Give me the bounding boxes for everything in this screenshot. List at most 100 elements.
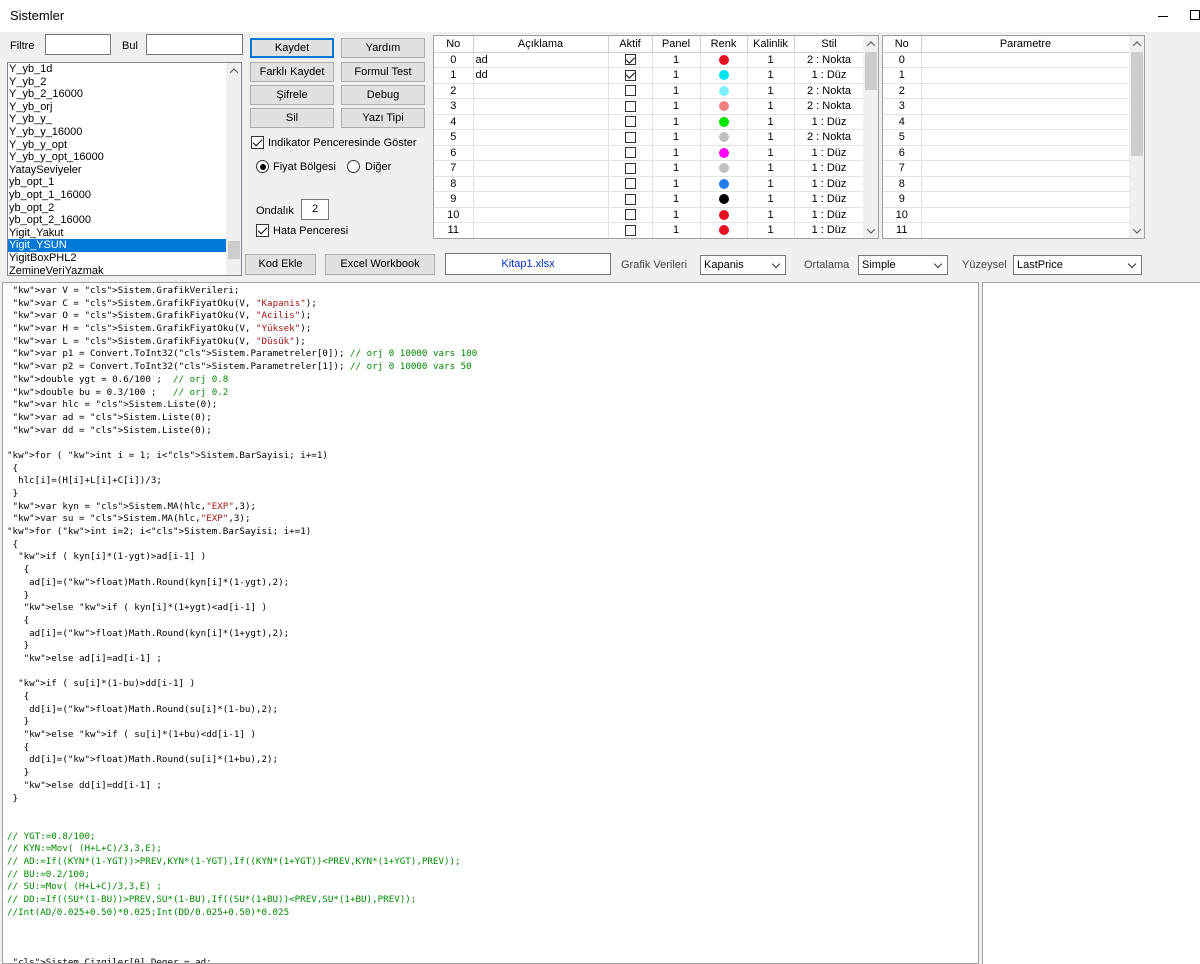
line-color-cell[interactable] <box>700 176 748 192</box>
line-color-cell[interactable] <box>700 160 748 177</box>
line-width[interactable]: 1 <box>747 207 795 223</box>
color-swatch[interactable] <box>718 54 729 65</box>
table-row[interactable]: 5 <box>883 129 1131 146</box>
param-value[interactable] <box>921 176 1131 192</box>
param-value[interactable] <box>921 83 1131 99</box>
column-header[interactable]: No <box>883 36 922 53</box>
active-checkbox[interactable] <box>624 116 636 128</box>
line-style[interactable]: 1 : Düz <box>794 191 865 208</box>
code-line[interactable]: "kw">for ("kw">int i=2; i<"cls">Sistem.B… <box>7 526 978 539</box>
line-active-cell[interactable] <box>608 114 653 130</box>
code-line[interactable]: "kw">if ( su[i]*(1-bu)>dd[i-1] ) <box>7 678 978 691</box>
filter-input[interactable] <box>45 34 111 55</box>
maximize-icon[interactable] <box>1190 10 1200 20</box>
line-style[interactable]: 1 : Düz <box>794 207 865 223</box>
code-line[interactable]: "kw">double ygt = 0.6/100 ; // orj 0.8 <box>7 374 978 387</box>
line-panel[interactable]: 1 <box>652 145 701 161</box>
line-color-cell[interactable] <box>700 83 748 99</box>
list-item[interactable]: Y_yb_y_16000 <box>8 126 226 139</box>
list-item[interactable]: Yigit_Yakut <box>8 227 226 240</box>
line-width[interactable]: 1 <box>747 129 795 146</box>
code-line[interactable]: "kw">var p2 = Convert.ToInt32("cls">Sist… <box>7 361 978 374</box>
table-row[interactable]: 4 <box>883 114 1131 130</box>
line-panel[interactable]: 1 <box>652 176 701 192</box>
param-value[interactable] <box>921 129 1131 146</box>
line-width[interactable]: 1 <box>747 145 795 161</box>
code-line[interactable]: "kw">var ad = "cls">Sistem.Liste(0); <box>7 412 978 425</box>
debug-button[interactable]: Debug <box>341 85 425 105</box>
code-line[interactable]: { <box>7 539 978 552</box>
list-item[interactable]: Y_yb_y_ <box>8 113 226 126</box>
formula-test-button[interactable]: Formul Test <box>341 62 425 82</box>
code-line[interactable] <box>7 437 978 450</box>
show-in-indicator-checkbox[interactable] <box>251 136 264 149</box>
line-style[interactable]: 2 : Nokta <box>794 98 865 115</box>
save-as-button[interactable]: Farklı Kaydet <box>250 62 334 82</box>
code-line[interactable] <box>7 666 978 679</box>
code-line[interactable] <box>7 945 978 958</box>
code-line[interactable]: // YGT:=0.8/100; <box>7 831 978 844</box>
column-header[interactable]: Açıklama <box>473 36 609 53</box>
code-line[interactable]: ad[i]=("kw">float)Math.Round(kyn[i]*(1-y… <box>7 577 978 590</box>
list-item[interactable]: YigitBoxPHL2 <box>8 252 226 265</box>
list-item[interactable]: Y_yb_y_opt_16000 <box>8 151 226 164</box>
code-line[interactable]: "kw">var p1 = Convert.ToInt32("cls">Sist… <box>7 348 978 361</box>
code-line[interactable]: "kw">if ( kyn[i]*(1-ygt)>ad[i-1] ) <box>7 551 978 564</box>
param-value[interactable] <box>921 207 1131 223</box>
params-grid-scrollbar[interactable] <box>1129 36 1144 238</box>
code-line[interactable]: "kw">else "kw">if ( kyn[i]*(1+ygt)<ad[i-… <box>7 602 978 615</box>
list-item[interactable]: yb_opt_2_16000 <box>8 214 226 227</box>
code-line[interactable]: // BU:=0.2/100; <box>7 869 978 882</box>
line-active-cell[interactable] <box>608 67 653 84</box>
color-swatch[interactable] <box>718 116 729 127</box>
table-row[interactable]: 2 <box>883 83 1131 99</box>
param-value[interactable] <box>921 222 1131 238</box>
table-row[interactable]: 7 <box>883 160 1131 177</box>
line-style[interactable]: 1 : Düz <box>794 222 865 238</box>
scroll-up-icon[interactable] <box>226 63 241 78</box>
line-color-cell[interactable] <box>700 207 748 223</box>
table-row[interactable]: 6111 : Düz <box>434 145 865 161</box>
code-line[interactable]: "kw">else "kw">if ( su[i]*(1+bu)<dd[i-1]… <box>7 729 978 742</box>
code-line[interactable]: "kw">var su = "cls">Sistem.MA(hlc,"EXP",… <box>7 513 978 526</box>
line-style[interactable]: 1 : Düz <box>794 145 865 161</box>
save-button[interactable]: Kaydet <box>250 38 334 58</box>
line-style[interactable]: 2 : Nokta <box>794 129 865 146</box>
line-panel[interactable]: 1 <box>652 98 701 115</box>
line-active-cell[interactable] <box>608 52 653 68</box>
list-item[interactable]: Y_yb_2 <box>8 76 226 89</box>
code-line[interactable]: { <box>7 615 978 628</box>
line-style[interactable]: 2 : Nokta <box>794 52 865 68</box>
code-line[interactable]: ad[i]=("kw">float)Math.Round(kyn[i]*(1+y… <box>7 628 978 641</box>
color-swatch[interactable] <box>718 70 729 81</box>
column-header[interactable]: Panel <box>652 36 701 53</box>
active-checkbox[interactable] <box>624 178 636 190</box>
code-line[interactable] <box>7 932 978 945</box>
code-line[interactable]: "kw">for ( "kw">int i = 1; i<"cls">Siste… <box>7 450 978 463</box>
line-color-cell[interactable] <box>700 145 748 161</box>
average-select[interactable]: Simple <box>858 255 948 275</box>
delete-button[interactable]: Sil <box>250 108 334 128</box>
code-line[interactable]: "kw">var L = "cls">Sistem.GrafikFiyatOku… <box>7 336 978 349</box>
code-line[interactable]: "kw">var dd = "cls">Sistem.Liste(0); <box>7 425 978 438</box>
line-active-cell[interactable] <box>608 98 653 115</box>
params-grid[interactable]: No Parametre 0 1 2 3 4 5 6 7 8 9 10 11 <box>882 35 1145 239</box>
active-checkbox[interactable] <box>624 193 636 205</box>
line-width[interactable]: 1 <box>747 160 795 177</box>
line-active-cell[interactable] <box>608 160 653 177</box>
param-value[interactable] <box>921 191 1131 208</box>
line-description[interactable]: ad <box>473 52 609 68</box>
line-width[interactable]: 1 <box>747 52 795 68</box>
table-row[interactable]: 11 1 1 1 : Düz <box>434 222 865 238</box>
code-line[interactable]: } <box>7 640 978 653</box>
line-color-cell[interactable] <box>700 67 748 84</box>
error-window-checkbox[interactable] <box>256 224 269 237</box>
code-line[interactable]: "kw">var kyn = "cls">Sistem.MA(hlc,"EXP"… <box>7 501 978 514</box>
lines-grid-scrollbar[interactable] <box>863 36 878 238</box>
active-checkbox[interactable] <box>624 147 636 159</box>
table-row[interactable]: 5112 : Nokta <box>434 129 865 146</box>
code-line[interactable]: "kw">var hlc = "cls">Sistem.Liste(0); <box>7 399 978 412</box>
line-panel[interactable]: 1 <box>652 129 701 146</box>
scroll-down-icon[interactable] <box>1129 223 1144 238</box>
code-line[interactable]: hlc[i]=(H[i]+L[i]+C[i])/3; <box>7 475 978 488</box>
